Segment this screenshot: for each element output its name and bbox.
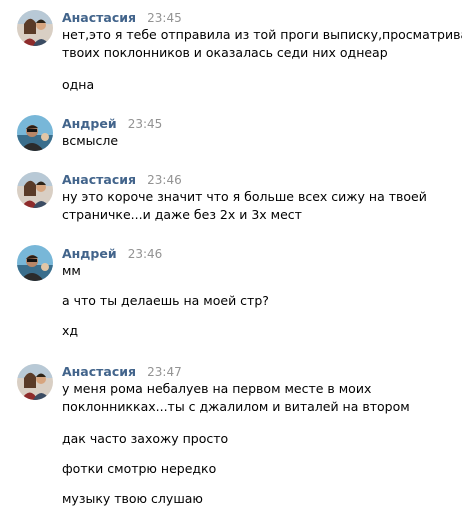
chat-history: Анастасия 23:45 нет,это я тебе отправила… <box>0 0 462 518</box>
message-header: Анастасия 23:45 <box>62 8 182 26</box>
author-name[interactable]: Андрей <box>62 246 117 261</box>
message-header: Андрей 23:46 <box>62 244 162 262</box>
author-name[interactable]: Анастасия <box>62 10 136 25</box>
message-text: страничке...и даже без 2х и 3х мест <box>62 207 302 222</box>
author-name[interactable]: Анастасия <box>62 364 136 379</box>
message-header: Андрей 23:45 <box>62 114 162 132</box>
message-text: а что ты делаешь на моей стр? <box>62 293 269 308</box>
avatar[interactable] <box>17 245 53 281</box>
author-name[interactable]: Андрей <box>62 116 117 131</box>
message-text: одна <box>62 77 95 92</box>
avatar-photo-icon <box>17 245 53 281</box>
avatar[interactable] <box>17 364 53 400</box>
author-name[interactable]: Анастасия <box>62 172 136 187</box>
avatar[interactable] <box>17 10 53 46</box>
message-text: ну это короче значит что я больше всех с… <box>62 189 427 204</box>
message-header: Анастасия 23:46 <box>62 170 182 188</box>
message-time[interactable]: 23:46 <box>128 247 163 261</box>
message-time[interactable]: 23:45 <box>128 117 163 131</box>
message-header: Анастасия 23:47 <box>62 362 182 380</box>
message-text: нет,это я тебе отправила из той проги вы… <box>62 27 462 42</box>
avatar-photo-icon <box>17 172 53 208</box>
message-text: мм <box>62 263 81 278</box>
message-text: поклонникках...ты с джалилом и виталей н… <box>62 399 410 414</box>
message-text: хд <box>62 323 79 338</box>
message-text: фотки смотрю нередко <box>62 461 217 476</box>
avatar-photo-icon <box>17 364 53 400</box>
message-text: дак часто захожу просто <box>62 431 229 446</box>
message-time[interactable]: 23:46 <box>147 173 182 187</box>
avatar-photo-icon <box>17 115 53 151</box>
message-time[interactable]: 23:47 <box>147 365 182 379</box>
message-text: музыку твою слушаю <box>62 491 203 506</box>
avatar-photo-icon <box>17 10 53 46</box>
message-text: у меня рома небалуев на первом месте в м… <box>62 381 372 396</box>
avatar[interactable] <box>17 115 53 151</box>
message-text: твоих поклонников и оказалась седи них о… <box>62 45 388 60</box>
avatar[interactable] <box>17 172 53 208</box>
message-time[interactable]: 23:45 <box>147 11 182 25</box>
message-text: всмысле <box>62 133 119 148</box>
